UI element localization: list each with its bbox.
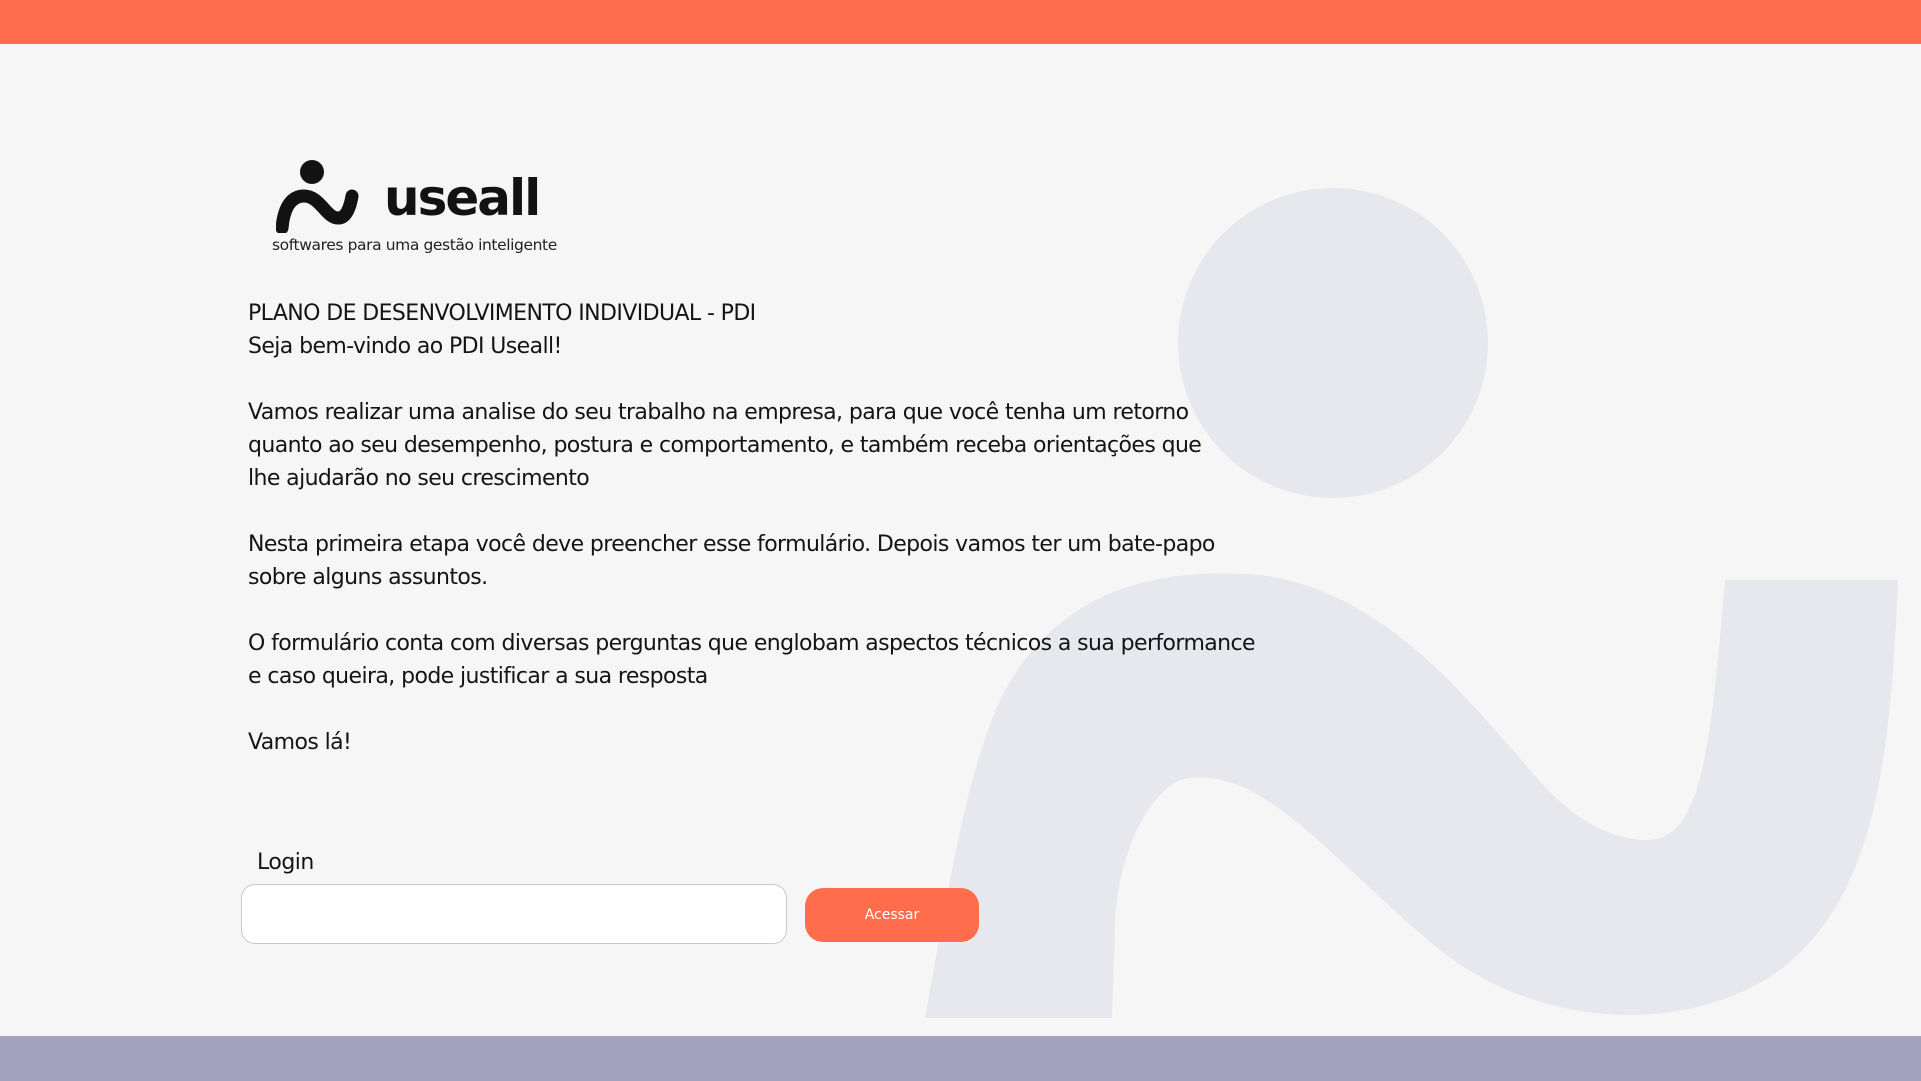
closing-text: Vamos lá! — [248, 730, 352, 755]
logo-tagline: softwares para uma gestão inteligente — [272, 236, 557, 254]
login-label: Login — [257, 850, 314, 875]
page-title: PLANO DE DESENVOLVIMENTO INDIVIDUAL - PD… — [248, 301, 756, 326]
logo-wordmark: useall — [384, 169, 541, 227]
bottom-bar — [0, 1036, 1921, 1081]
welcome-text: Seja bem-vindo ao PDI Useall! — [248, 334, 562, 359]
access-button[interactable]: Acessar — [805, 888, 979, 942]
intro-paragraph-2: Nesta primeira etapa você deve preencher… — [248, 532, 1215, 590]
login-input[interactable] — [241, 884, 787, 944]
useall-logo: useall softwares para uma gestão intelig… — [272, 158, 572, 263]
useall-symbol-icon — [276, 160, 359, 233]
intro-paragraph-3: O formulário conta com diversas pergunta… — [248, 631, 1256, 689]
intro-paragraph-1: Vamos realizar uma analise do seu trabal… — [248, 400, 1202, 491]
intro-text: PLANO DE DESENVOLVIMENTO INDIVIDUAL - PD… — [248, 297, 1348, 759]
